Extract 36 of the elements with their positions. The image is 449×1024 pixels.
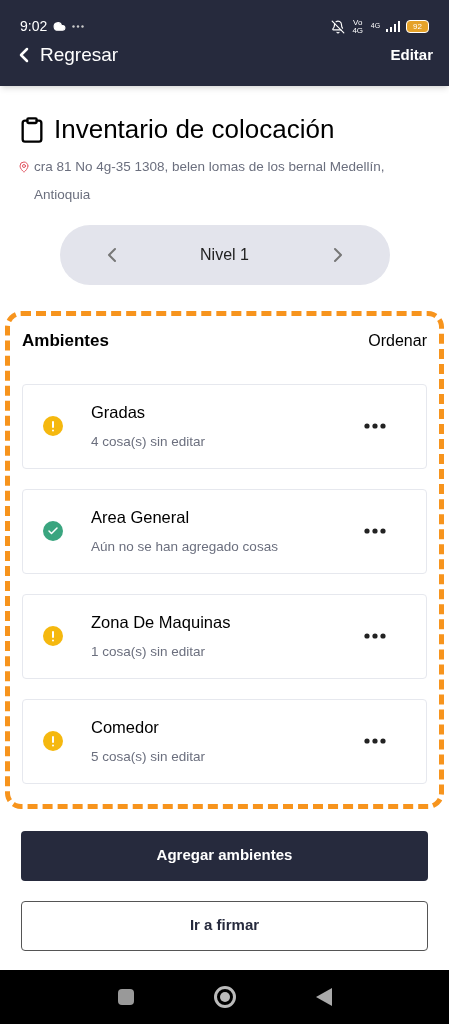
- muted-bell-icon: [330, 19, 345, 34]
- more-options-icon[interactable]: [364, 633, 386, 639]
- room-status: Aún no se han agregado cosas: [91, 538, 279, 557]
- location-pin-icon: [18, 161, 30, 173]
- page-title: Inventario de colocación: [54, 113, 335, 146]
- battery-indicator: 92: [406, 20, 429, 33]
- room-name: Gradas: [91, 401, 147, 423]
- sign-button[interactable]: Ir a firmar: [21, 900, 428, 951]
- edit-button[interactable]: Editar: [390, 44, 437, 67]
- room-name: Area General: [91, 506, 191, 528]
- back-icon[interactable]: [315, 988, 332, 1006]
- recents-icon[interactable]: [117, 989, 134, 1005]
- clock-time: 9:02: [20, 17, 48, 36]
- room-card[interactable]: Zona De Maquinas 1 cosa(s) sin editar: [22, 593, 427, 679]
- room-card[interactable]: Gradas 4 cosa(s) sin editar: [22, 383, 427, 469]
- more-options-icon[interactable]: [364, 528, 386, 534]
- sort-button[interactable]: Ordenar: [368, 328, 427, 353]
- room-card[interactable]: Area General Aún no se han agregado cosas: [22, 488, 427, 574]
- more-icon: [72, 25, 85, 28]
- room-status: 5 cosa(s) sin editar: [91, 748, 207, 767]
- volte-label: Vo 4G: [351, 18, 365, 35]
- level-label: Nivel 1: [200, 245, 249, 265]
- add-rooms-button[interactable]: Agregar ambientes: [21, 830, 428, 881]
- signal-icon: [386, 21, 401, 32]
- address-text: cra 81 No 4g-35 1308, belen lomas de los bernal Medellín, Antioquia: [34, 158, 386, 204]
- room-name: Comedor: [91, 716, 160, 738]
- room-card[interactable]: Comedor 5 cosa(s) sin editar: [22, 698, 427, 784]
- more-options-icon[interactable]: [364, 423, 386, 429]
- home-icon[interactable]: [213, 986, 236, 1008]
- more-options-icon[interactable]: [364, 738, 386, 744]
- back-button[interactable]: Regresar: [12, 41, 119, 70]
- room-status: 4 cosa(s) sin editar: [91, 433, 207, 452]
- cloud-icon: [53, 20, 67, 33]
- room-name: Zona De Maquinas: [91, 611, 232, 633]
- room-status: 1 cosa(s) sin editar: [91, 643, 207, 662]
- section-title: Ambientes: [22, 330, 109, 352]
